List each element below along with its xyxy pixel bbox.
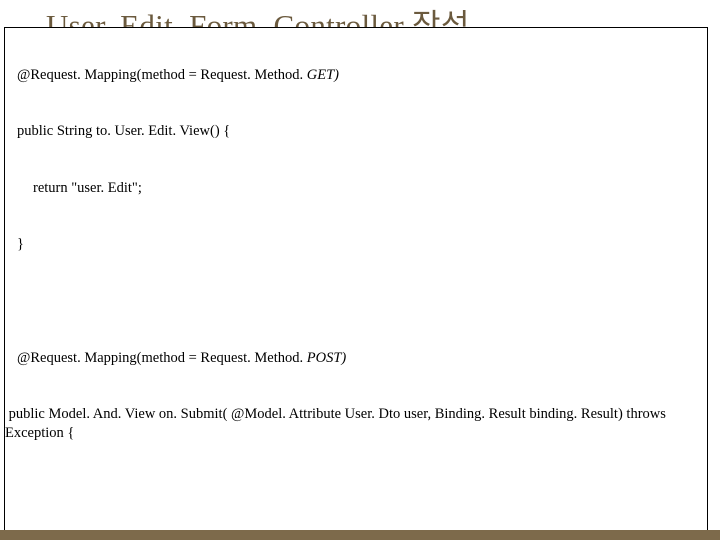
footer-bar <box>0 532 720 540</box>
slide: User. Edit. Form. Controller 작성 @Request… <box>0 0 720 540</box>
code-line: return "user. Edit"; <box>5 179 707 198</box>
code-line: public String to. User. Edit. View() { <box>5 122 707 141</box>
blank-line <box>5 292 707 311</box>
blank-line <box>5 480 707 499</box>
code-line: } <box>5 235 707 254</box>
code-line: @Request. Mapping(method = Request. Meth… <box>5 66 707 85</box>
code-container: @Request. Mapping(method = Request. Meth… <box>4 27 708 534</box>
code-line: @Request. Mapping(method = Request. Meth… <box>5 349 707 368</box>
code-line: public Model. And. View on. Submit( @Mod… <box>5 405 707 443</box>
